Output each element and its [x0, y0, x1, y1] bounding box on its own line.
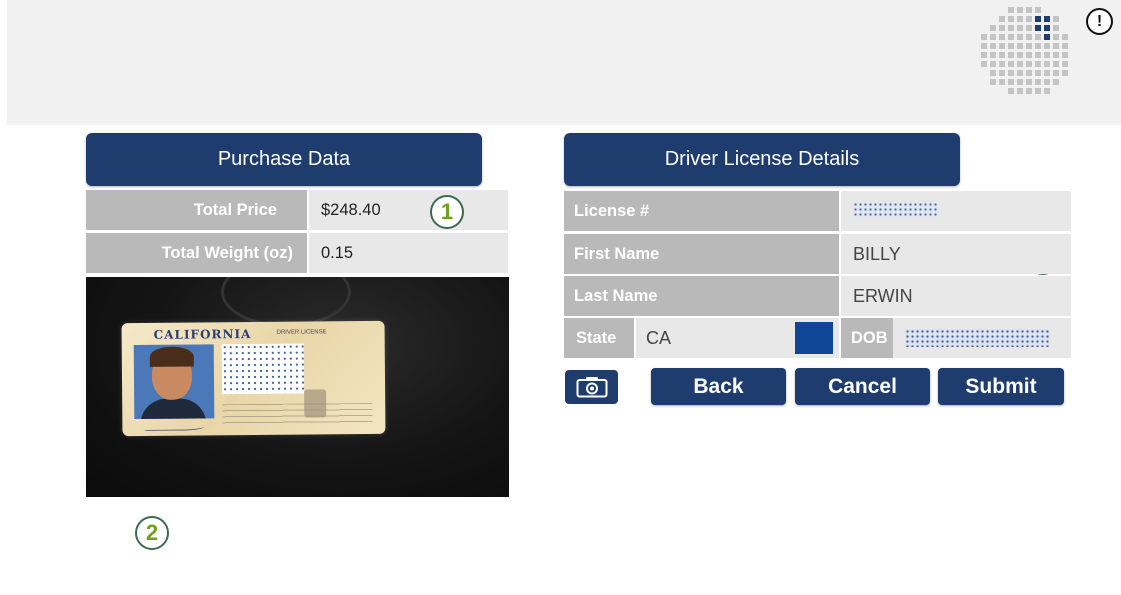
- state-color-swatch: [795, 322, 833, 354]
- grid-logo-icon: [981, 7, 1068, 94]
- total-weight-label: Total Weight (oz): [86, 233, 307, 273]
- cancel-button[interactable]: Cancel: [795, 368, 930, 405]
- dob-label: DOB: [841, 318, 893, 358]
- card-doc-type: DRIVER LICENSE: [276, 329, 327, 336]
- first-name-value[interactable]: BILLY: [841, 234, 1071, 274]
- camera-button[interactable]: [565, 370, 618, 404]
- first-name-row: First Name BILLY: [564, 234, 1071, 274]
- back-button[interactable]: Back: [651, 368, 786, 405]
- redacted-area: [221, 343, 305, 395]
- dob-redacted: [905, 329, 1050, 347]
- license-number-row: License # 3: [564, 191, 1071, 231]
- marker-2: 2: [135, 516, 169, 550]
- background-object: [221, 277, 351, 327]
- total-weight-value: 0.15: [308, 233, 508, 273]
- license-number-redacted: [853, 202, 939, 218]
- first-name-label: First Name: [564, 234, 839, 274]
- card-text-lines: [222, 402, 373, 427]
- total-price-label: Total Price: [86, 190, 307, 230]
- top-bar: [7, 0, 1121, 125]
- license-photo[interactable]: CALIFORNIA DRIVER LICENSE: [86, 277, 509, 497]
- last-name-value[interactable]: ERWIN: [841, 276, 1071, 316]
- alert-glyph: !: [1096, 12, 1103, 30]
- camera-icon: [576, 377, 607, 398]
- license-number-label: License #: [564, 191, 839, 231]
- total-weight-row: Total Weight (oz) 0.15: [86, 233, 508, 273]
- license-card-image: CALIFORNIA DRIVER LICENSE: [121, 320, 386, 437]
- total-price-value: $248.40: [308, 190, 508, 230]
- state-label: State: [564, 318, 634, 358]
- driver-license-header: Driver License Details: [564, 133, 960, 186]
- license-portrait: [133, 344, 215, 420]
- card-signature: [144, 420, 205, 431]
- last-name-label: Last Name: [564, 276, 839, 316]
- submit-button[interactable]: Submit: [938, 368, 1064, 405]
- marker-1: 1: [430, 195, 464, 229]
- card-state-text: CALIFORNIA: [153, 327, 252, 342]
- purchase-data-header: Purchase Data: [86, 133, 482, 186]
- alert-circle-icon[interactable]: !: [1086, 8, 1113, 35]
- last-name-row: Last Name ERWIN: [564, 276, 1071, 316]
